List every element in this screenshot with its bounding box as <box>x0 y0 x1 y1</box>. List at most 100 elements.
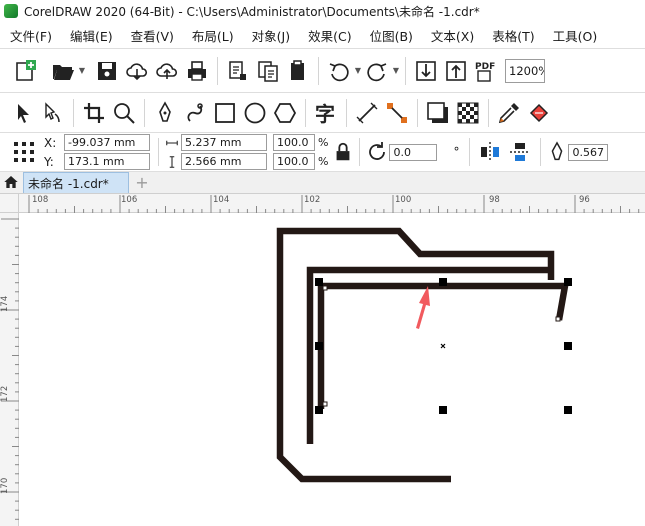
connector-tool-button[interactable] <box>382 98 412 128</box>
origin-grid-icon <box>14 142 34 162</box>
height-field[interactable]: 2.566 mm <box>181 153 267 170</box>
percent-label: % <box>318 155 329 168</box>
export-button[interactable] <box>441 56 471 86</box>
object-origin-button[interactable] <box>10 137 38 167</box>
toolbar-separator <box>158 138 159 166</box>
undo-dropdown-arrow[interactable]: ▼ <box>354 56 362 86</box>
selection-handle[interactable] <box>315 406 323 414</box>
vertical-ruler[interactable]: 174 172 170 <box>0 194 19 526</box>
selected-shape[interactable] <box>317 282 569 409</box>
menu-layout[interactable]: 布局(L) <box>183 26 243 45</box>
menu-object[interactable]: 对象(J) <box>243 26 299 45</box>
pick-tool-button[interactable] <box>8 98 38 128</box>
scale-y-field[interactable]: 100.0 <box>273 153 315 170</box>
save-button[interactable] <box>92 56 122 86</box>
width-icon <box>164 135 180 151</box>
paste-button[interactable] <box>253 56 283 86</box>
cloud-download-button[interactable] <box>122 56 152 86</box>
new-tab-button[interactable]: + <box>131 172 153 193</box>
polygon-tool-button[interactable] <box>270 98 300 128</box>
toolbar-separator <box>417 98 418 127</box>
selection-handle[interactable] <box>315 278 323 286</box>
cloud-upload-button[interactable] <box>152 56 182 86</box>
rotate-icon-wrap <box>365 137 389 167</box>
mirror-horizontal-button[interactable] <box>475 137 505 167</box>
curve-s-icon <box>187 102 203 122</box>
parallel-dimension-button[interactable] <box>352 98 382 128</box>
toolbar-separator <box>73 98 74 127</box>
selection-handle[interactable] <box>439 406 447 414</box>
toolbar-separator <box>144 98 145 127</box>
selection-handle[interactable] <box>564 278 572 286</box>
selection-handle[interactable] <box>439 278 447 286</box>
rotation-field[interactable]: 0.0 <box>389 143 438 161</box>
menu-bitmaps[interactable]: 位图(B) <box>361 26 422 45</box>
fill-tool-button[interactable] <box>524 98 554 128</box>
eyedropper-button[interactable] <box>494 98 524 128</box>
redo-dropdown-arrow[interactable]: ▼ <box>392 56 400 86</box>
toolbar-separator <box>318 56 319 85</box>
ruler-label: 108 <box>32 195 49 205</box>
zoom-level-field[interactable]: 1200% <box>505 58 545 83</box>
clipboard-icon <box>291 59 304 80</box>
menu-tools[interactable]: 工具(O) <box>544 26 607 45</box>
ruler-label: 98 <box>489 195 500 205</box>
document-tab[interactable]: 未命名 -1.cdr* <box>23 172 129 193</box>
menu-edit[interactable]: 编辑(E) <box>61 26 122 45</box>
transparency-button[interactable] <box>453 98 483 128</box>
artistic-media-button[interactable] <box>180 98 210 128</box>
ellipse-icon <box>244 102 266 123</box>
document-lines-icon <box>229 60 246 80</box>
publish-pdf-button[interactable]: PDF <box>471 56 501 86</box>
magnifier-icon <box>114 102 135 124</box>
outline-width-field[interactable]: 0.567 <box>568 143 609 161</box>
ruler-label: 106 <box>121 195 138 205</box>
horizontal-ruler[interactable]: 108 106 104 102 100 98 96 <box>19 194 645 213</box>
lock-ratio-button[interactable] <box>332 137 354 167</box>
import-button[interactable] <box>411 56 441 86</box>
new-document-button[interactable] <box>10 56 40 86</box>
save-icon <box>98 61 116 80</box>
shape-tool-button[interactable] <box>38 98 68 128</box>
rectangle-tool-button[interactable] <box>210 98 240 128</box>
pen-tool-button[interactable] <box>150 98 180 128</box>
menu-view[interactable]: 查看(V) <box>122 26 183 45</box>
width-field[interactable]: 5.237 mm <box>181 134 267 151</box>
menu-file[interactable]: 文件(F) <box>0 26 61 45</box>
standard-toolbar: ▼ ▼ ▼ PDF 1200% <box>0 48 645 92</box>
crop-tool-button[interactable] <box>79 98 109 128</box>
ellipse-tool-button[interactable] <box>240 98 270 128</box>
clipboard-button[interactable] <box>283 56 313 86</box>
node-marker[interactable] <box>322 285 328 291</box>
open-dropdown-arrow[interactable]: ▼ <box>78 56 86 86</box>
selection-handle[interactable] <box>564 406 572 414</box>
copy-properties-button[interactable] <box>223 56 253 86</box>
degree-label: ° <box>453 145 460 159</box>
selection-handle[interactable] <box>315 342 323 350</box>
node-marker[interactable] <box>322 401 328 407</box>
ruler-label: 172 <box>0 385 10 402</box>
document-tab-label: 未命名 -1.cdr* <box>28 176 109 191</box>
print-button[interactable] <box>182 56 212 86</box>
selection-handle[interactable] <box>564 342 572 350</box>
menu-effects[interactable]: 效果(C) <box>299 26 360 45</box>
open-button[interactable] <box>48 56 78 86</box>
toolbar-separator <box>359 138 361 166</box>
zoom-tool-button[interactable] <box>109 98 139 128</box>
menu-text[interactable]: 文本(X) <box>422 26 483 45</box>
node-marker[interactable] <box>555 316 561 322</box>
scale-x-field[interactable]: 100.0 <box>273 134 315 151</box>
x-position-field[interactable]: -99.037 mm <box>64 134 150 151</box>
mirror-vertical-button[interactable] <box>505 137 535 167</box>
export-icon <box>446 60 466 81</box>
text-tool-button[interactable]: 字 <box>311 98 341 128</box>
menu-table[interactable]: 表格(T) <box>483 26 543 45</box>
y-position-field[interactable]: 173.1 mm <box>64 153 150 170</box>
home-tab[interactable] <box>0 171 22 193</box>
redo-button[interactable] <box>362 56 392 86</box>
y-label: Y: <box>44 154 54 169</box>
undo-button[interactable] <box>324 56 354 86</box>
drawing-canvas[interactable] <box>20 214 645 526</box>
ruler-origin-corner[interactable] <box>0 194 19 213</box>
drop-shadow-button[interactable] <box>423 98 453 128</box>
